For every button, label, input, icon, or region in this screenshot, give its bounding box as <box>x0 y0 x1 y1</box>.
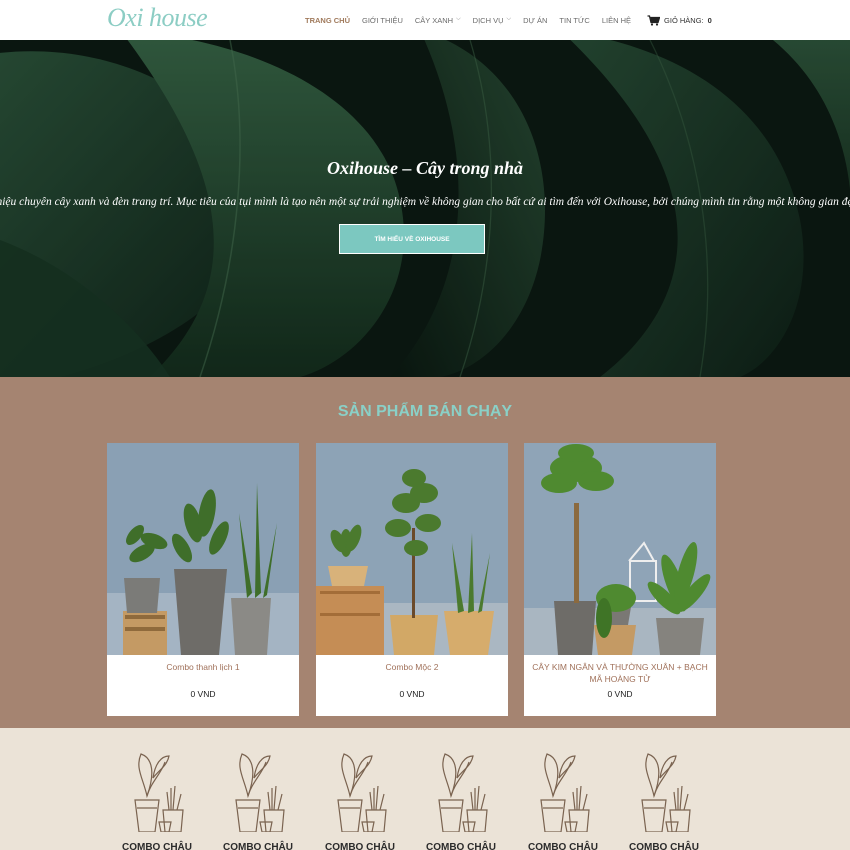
product-name[interactable]: CÂY KIM NGÂN VÀ THƯỜNG XUÂN + BẠCH MÃ HO… <box>530 661 710 685</box>
site-logo[interactable]: Oxi house <box>107 3 208 33</box>
product-image[interactable] <box>316 443 508 655</box>
nav-item-projects[interactable]: DỰ ÁN <box>523 16 547 25</box>
potted-plant-icon <box>337 753 387 832</box>
category-label[interactable]: COMBO CHẬU <box>614 842 714 850</box>
product-card[interactable]: Combo thanh lịch 1 0 VND <box>107 443 299 716</box>
nav-item-home[interactable]: TRANG CHỦ <box>305 16 350 25</box>
nav-item-news[interactable]: TIN TỨC <box>559 16 589 25</box>
category-item[interactable]: COMBO CHẬU <box>421 748 501 850</box>
product-name[interactable]: Combo thanh lịch 1 <box>113 661 293 673</box>
category-item[interactable]: COMBO CHẬU <box>523 748 603 850</box>
section-title: SẢN PHẨM BÁN CHẠY <box>337 403 513 420</box>
category-item[interactable]: COMBO CHẬU <box>320 748 400 850</box>
category-label[interactable]: COMBO CHẬU <box>107 842 207 850</box>
chevron-down-icon: ⌵ <box>506 15 512 22</box>
product-price: 0 VND <box>190 689 216 699</box>
best-sellers-section: SẢN PHẨM BÁN CHẠY Combo thanh lịch 1 0 V… <box>0 377 850 728</box>
product-name[interactable]: Combo Mộc 2 <box>322 661 502 673</box>
potted-plant-icon <box>641 753 691 832</box>
cart-link[interactable]: GIỎ HÀNG: 0 <box>647 14 712 26</box>
potted-plant-icon <box>235 753 285 832</box>
nav-item-contact[interactable]: LIÊN HỆ <box>602 16 631 25</box>
nav-item-about[interactable]: GIỚI THIỆU <box>362 16 403 25</box>
potted-plant-icon <box>540 753 590 832</box>
site-header: Oxi house TRANG CHỦ GIỚI THIỆU CÂY XANH ⌵… <box>0 0 850 40</box>
category-label[interactable]: COMBO CHẬU <box>513 842 613 850</box>
product-card[interactable]: Combo Mộc 2 0 VND <box>316 443 508 716</box>
cart-label: GIỎ HÀNG: <box>664 15 704 25</box>
category-item[interactable]: COMBO CHẬU <box>117 748 197 850</box>
hero-title: Oxihouse – Cây trong nhà <box>326 158 524 178</box>
hero-description: Là thương hiệu chuyên cây xanh và đèn tr… <box>0 196 850 208</box>
learn-more-button[interactable]: TÌM HIỂU VỀ OXIHOUSE <box>339 224 485 254</box>
product-image[interactable] <box>107 443 299 655</box>
cart-count: 0 <box>707 15 712 25</box>
nav-item-plants[interactable]: CÂY XANH ⌵ <box>415 16 461 25</box>
category-item[interactable]: COMBO CHẬU <box>624 748 704 850</box>
category-label[interactable]: COMBO CHẬU <box>208 842 308 850</box>
potted-plant-icon <box>438 753 488 832</box>
product-price: 0 VND <box>607 689 633 699</box>
product-price: 0 VND <box>399 689 425 699</box>
hero-background-image <box>0 40 850 377</box>
cart-icon <box>647 14 661 26</box>
category-label[interactable]: COMBO CHẬU <box>411 842 511 850</box>
hero-banner: Oxihouse – Cây trong nhà Là thương hiệu … <box>0 40 850 377</box>
categories-section: COMBO CHẬU COMBO CHẬU COMBO CHẬU COMBO C… <box>0 728 850 850</box>
potted-plant-icon <box>134 753 184 832</box>
category-item[interactable]: COMBO CHẬU <box>218 748 298 850</box>
main-nav: TRANG CHỦ GIỚI THIỆU CÂY XANH ⌵ DỊCH VỤ ⌵ … <box>305 0 712 40</box>
product-image[interactable] <box>524 443 716 655</box>
chevron-down-icon: ⌵ <box>456 15 461 22</box>
category-label[interactable]: COMBO CHẬU <box>310 842 410 850</box>
nav-item-services[interactable]: DỊCH VỤ ⌵ <box>473 16 511 25</box>
product-card[interactable]: CÂY KIM NGÂN VÀ THƯỜNG XUÂN + BẠCH MÃ HO… <box>524 443 716 716</box>
